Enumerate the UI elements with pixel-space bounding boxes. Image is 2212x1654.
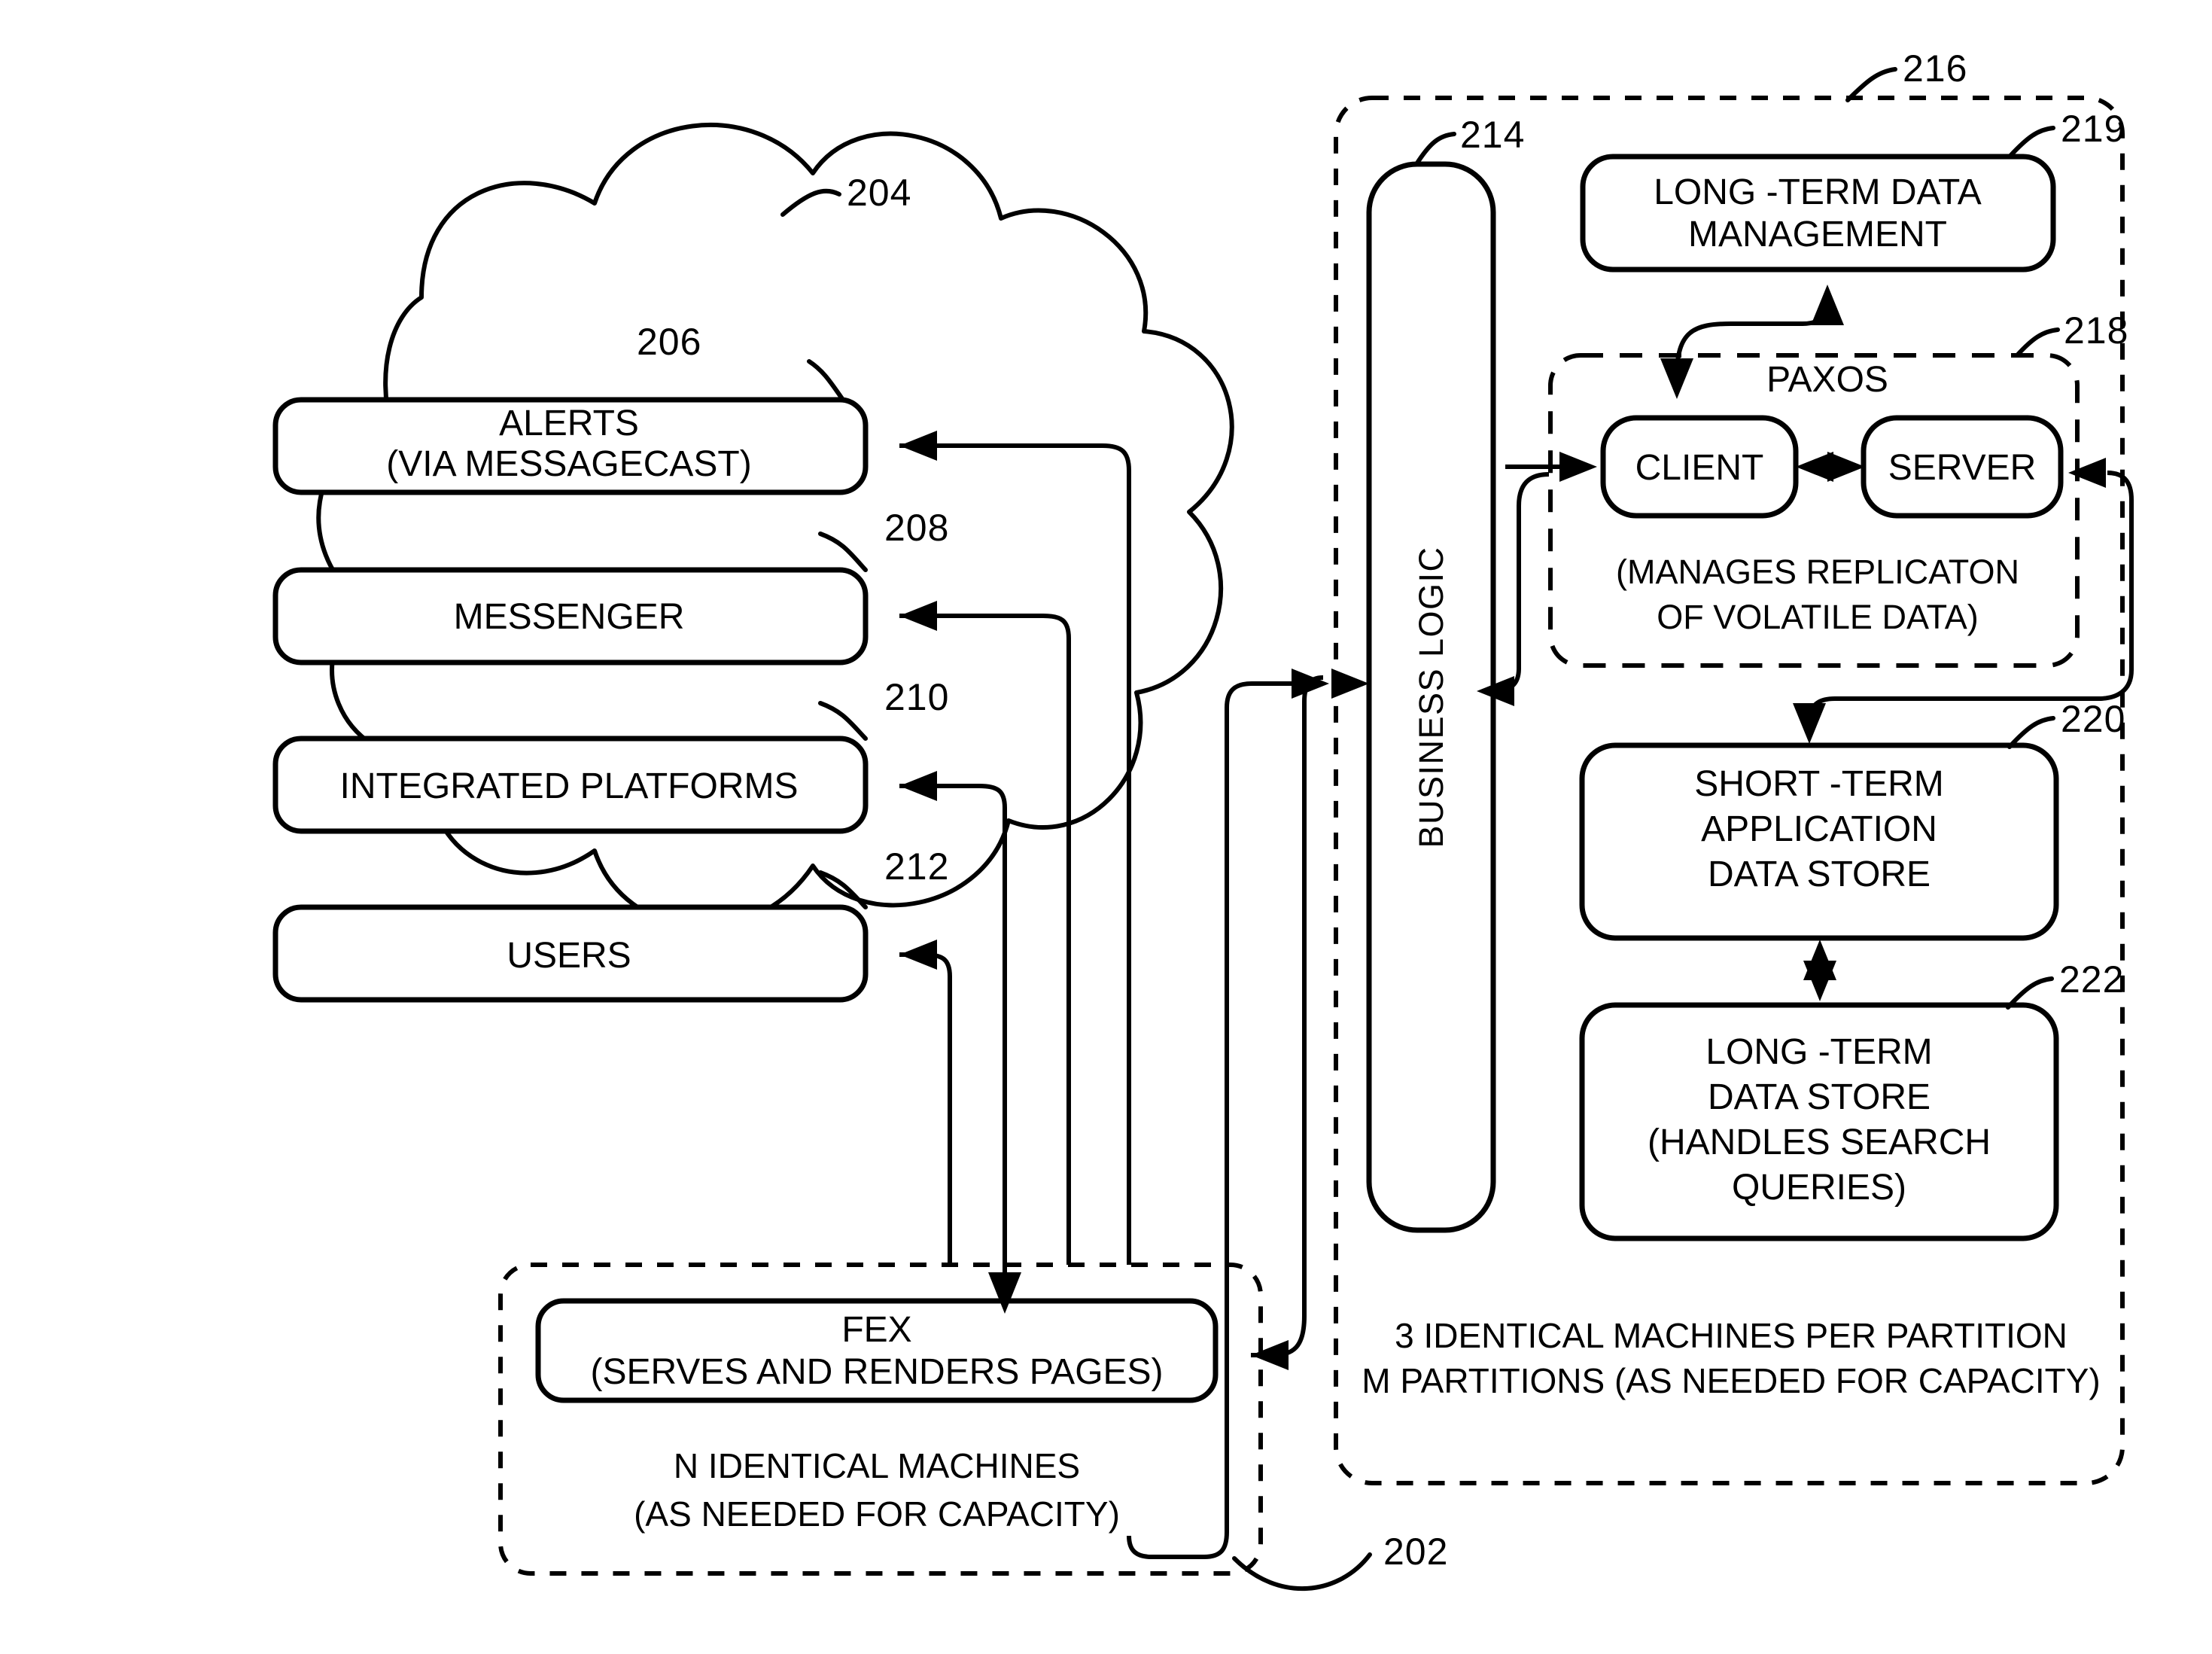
ref-219: 219 [2061,108,2125,150]
architecture-diagram: 204 ALERTS (VIA MESSAGECAST) 206 MESSENG… [272,47,2134,1592]
integrated-platforms-label: INTEGRATED PLATFORMS [340,766,799,806]
leader-204 [780,188,841,217]
ref-208: 208 [884,507,949,549]
leader-206 [807,359,845,402]
ltdm-label-line1: LONG -TERM DATA [1654,172,1982,212]
paxos-note-line1: (MANAGES REPLICATON [1616,553,2019,591]
fex-label-line1: FEX [841,1310,911,1350]
leader-208 [818,532,868,572]
paxos-title: PAXOS [1766,360,1888,400]
business-logic-label: BUSINESS LOGIC [1412,546,1450,848]
messenger-label: MESSENGER [454,597,685,637]
ref-220: 220 [2061,698,2125,740]
stads-line3: DATA STORE [1708,854,1931,894]
ref-218: 218 [2064,309,2128,352]
ref-206: 206 [637,321,701,363]
users-label: USERS [507,936,631,976]
patent-figure-sheet: 204 ALERTS (VIA MESSAGECAST) 206 MESSENG… [0,0,2212,1654]
fex-label-line2: (SERVES AND RENDERS PAGES) [590,1352,1163,1392]
ref-212: 212 [884,845,949,888]
leader-219 [2007,126,2055,159]
leader-220 [2007,716,2055,749]
arrow-client-server [1796,452,1865,482]
ref-216: 216 [1903,47,1967,90]
arrow-to-users [899,940,952,1265]
stads-line2: APPLICATION [1701,809,1937,849]
paxos-note-line2: OF VOLATILE DATA) [1657,598,1979,636]
ltds-line1: LONG -TERM [1705,1032,1932,1072]
ref-214: 214 [1460,114,1525,156]
leader-218 [2015,327,2060,358]
stads-line1: SHORT -TERM [1694,764,1944,804]
ref-204: 204 [847,172,911,214]
alerts-label-line2: (VIA MESSAGECAST) [386,444,751,484]
ref-210: 210 [884,676,949,718]
backend-caption-line1: 3 IDENTICAL MACHINES PER PARTITION [1395,1316,2067,1355]
fex-caption-line2: (AS NEEDED FOR CAPACITY) [634,1494,1120,1534]
backend-caption-line2: M PARTITIONS (AS NEEDED FOR CAPACITY) [1362,1361,2100,1400]
ref-202: 202 [1383,1531,1448,1573]
arrow-into-business-logic-left [1331,669,1369,699]
alerts-label-line1: ALERTS [499,404,639,443]
ltdm-label-line2: MANAGEMENT [1688,215,1947,254]
leader-216 [1845,67,1897,102]
arrow-fex-to-business-logic [1127,669,1329,1559]
leader-210 [818,701,868,741]
fex-caption-line1: N IDENTICAL MACHINES [674,1446,1080,1485]
arrow-business-logic-to-fex [1251,675,1324,1370]
ref-222: 222 [2059,958,2124,1001]
ltds-line3: (HANDLES SEARCH [1648,1122,1991,1162]
paxos-client-label: CLIENT [1635,448,1764,488]
ltds-line4: QUERIES) [1732,1168,1906,1208]
arrow-between-data-stores [1803,940,1836,1001]
leader-212 [818,870,868,909]
leader-214 [1414,132,1456,166]
paxos-server-label: SERVER [1888,448,2037,488]
ltds-line2: DATA STORE [1708,1077,1931,1117]
